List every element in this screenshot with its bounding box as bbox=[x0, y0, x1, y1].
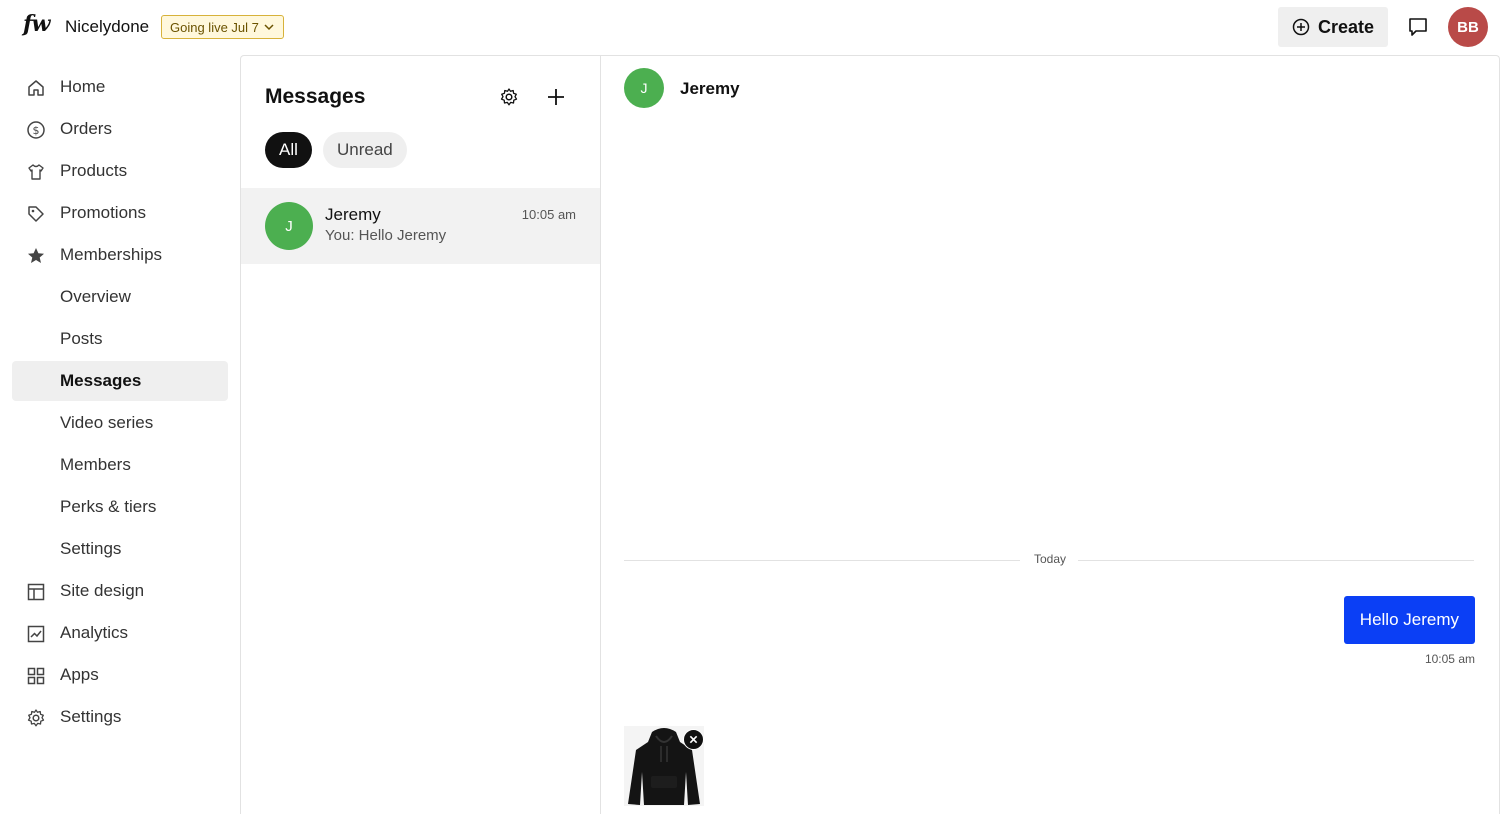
sidebar-item-label: Settings bbox=[60, 539, 122, 558]
create-label: Create bbox=[1317, 16, 1375, 37]
sidebar-item-label: Messages bbox=[60, 371, 142, 390]
sidebar-item-analytics[interactable]: Analytics bbox=[12, 613, 228, 653]
sidebar-item-overview[interactable]: Overview bbox=[12, 277, 228, 317]
sidebar-item-label: Perks & tiers bbox=[60, 497, 157, 516]
conversation-panel: J Jeremy Today Hello Jeremy 10:05 am bbox=[600, 55, 1500, 814]
message-time: 10:05 am bbox=[1424, 652, 1475, 666]
sidebar-item-label: Posts bbox=[60, 329, 103, 348]
brand-name[interactable]: Nicelydone bbox=[65, 17, 149, 37]
remove-attachment-button[interactable] bbox=[683, 729, 704, 750]
sidebar-item-label: Memberships bbox=[60, 245, 163, 264]
tag-icon bbox=[26, 204, 46, 224]
sidebar-item-orders[interactable]: $ Orders bbox=[12, 109, 228, 149]
sidebar-item-members[interactable]: Members bbox=[12, 445, 228, 485]
gear-icon bbox=[500, 88, 518, 106]
sidebar-item-label: Orders bbox=[60, 119, 112, 138]
gear-icon bbox=[26, 708, 46, 728]
sidebar: Home $ Orders Products Promotions Member… bbox=[0, 55, 240, 814]
svg-text:$: $ bbox=[33, 124, 40, 137]
sidebar-item-label: Promotions bbox=[60, 203, 146, 222]
message-bubble: Hello Jeremy bbox=[1343, 596, 1475, 644]
sidebar-item-label: Apps bbox=[60, 665, 99, 684]
sidebar-item-perks-tiers[interactable]: Perks & tiers bbox=[12, 487, 228, 527]
sidebar-item-memberships[interactable]: Memberships bbox=[12, 235, 228, 275]
sidebar-item-messages[interactable]: Messages bbox=[12, 361, 228, 401]
chart-icon bbox=[26, 624, 46, 644]
close-icon bbox=[689, 735, 698, 744]
sidebar-item-apps[interactable]: Apps bbox=[12, 655, 228, 695]
sidebar-item-promotions[interactable]: Promotions bbox=[12, 193, 228, 233]
sidebar-item-label: Products bbox=[60, 161, 128, 180]
shirt-icon bbox=[26, 162, 46, 182]
going-live-badge[interactable]: Going live Jul 7 bbox=[161, 15, 284, 39]
messages-button[interactable] bbox=[1404, 13, 1432, 41]
sidebar-item-settings[interactable]: Settings bbox=[12, 697, 228, 737]
apps-grid-icon bbox=[26, 666, 46, 686]
chat-bubble-icon bbox=[1409, 18, 1427, 36]
filter-unread-tab[interactable]: Unread bbox=[323, 132, 407, 168]
conversation-name: Jeremy bbox=[325, 205, 381, 224]
avatar: J bbox=[265, 202, 313, 250]
home-icon bbox=[26, 78, 46, 98]
date-divider: Today bbox=[1033, 552, 1067, 566]
sidebar-item-products[interactable]: Products bbox=[12, 151, 228, 191]
conversation-item[interactable]: J Jeremy You: Hello Jeremy 10:05 am bbox=[241, 188, 600, 264]
layout-icon bbox=[26, 582, 46, 602]
dollar-circle-icon: $ bbox=[26, 120, 46, 140]
sidebar-item-home[interactable]: Home bbox=[12, 67, 228, 107]
sidebar-item-posts[interactable]: Posts bbox=[12, 319, 228, 359]
sidebar-item-membership-settings[interactable]: Settings bbox=[12, 529, 228, 569]
divider bbox=[1078, 560, 1474, 561]
sidebar-item-video-series[interactable]: Video series bbox=[12, 403, 228, 443]
star-icon bbox=[26, 246, 46, 266]
sidebar-item-label: Home bbox=[60, 77, 106, 96]
sidebar-item-label: Members bbox=[60, 455, 131, 474]
sidebar-item-label: Video series bbox=[60, 413, 154, 432]
create-button[interactable]: Create bbox=[1278, 7, 1388, 47]
logo[interactable]: fw bbox=[23, 11, 50, 37]
sidebar-item-label: Analytics bbox=[60, 623, 129, 642]
page-title: Messages bbox=[265, 85, 366, 108]
top-bar: fw Nicelydone Going live Jul 7 Create BB bbox=[0, 0, 1512, 55]
conversation-time: 10:05 am bbox=[521, 207, 576, 222]
plus-circle-icon bbox=[1292, 18, 1310, 36]
plus-icon bbox=[548, 89, 564, 105]
sidebar-item-site-design[interactable]: Site design bbox=[12, 571, 228, 611]
going-live-label: Going live Jul 7 bbox=[170, 19, 259, 35]
contact-name[interactable]: Jeremy bbox=[680, 79, 740, 99]
filter-all-tab[interactable]: All bbox=[265, 132, 312, 168]
sidebar-item-label: Site design bbox=[60, 581, 145, 600]
user-avatar[interactable]: BB bbox=[1448, 7, 1488, 47]
messages-list-panel: Messages All Unread J Jeremy You: Hello … bbox=[240, 55, 601, 814]
sidebar-item-label: Settings bbox=[60, 707, 122, 726]
divider bbox=[624, 560, 1020, 561]
contact-avatar[interactable]: J bbox=[624, 68, 664, 108]
new-message-button[interactable] bbox=[542, 83, 570, 111]
chevron-down-icon bbox=[264, 24, 274, 31]
message-settings-button[interactable] bbox=[495, 83, 523, 111]
sidebar-item-label: Overview bbox=[60, 287, 131, 306]
conversation-preview: You: Hello Jeremy bbox=[325, 227, 447, 244]
